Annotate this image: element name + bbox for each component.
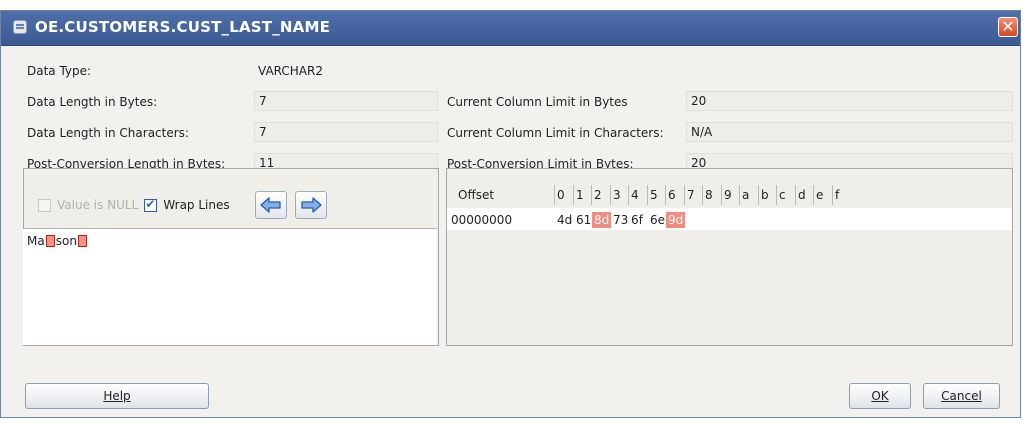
hex-column-separator xyxy=(573,185,574,205)
data-length-bytes-label: Data Length in Bytes: xyxy=(27,95,158,109)
value-is-null-checkbox[interactable] xyxy=(38,198,51,212)
hex-column-separator xyxy=(684,185,685,205)
hex-column-header: c xyxy=(779,188,786,202)
hex-column-header: 6 xyxy=(668,188,676,202)
wrap-lines-label[interactable]: Wrap Lines xyxy=(163,198,229,212)
hex-column-separator xyxy=(721,185,722,205)
hex-byte-cell[interactable]: 8d xyxy=(592,212,612,228)
ok-button-label: OK xyxy=(871,389,889,403)
column-limit-bytes-value: 20 xyxy=(686,91,1013,111)
hex-column-header: 3 xyxy=(613,188,621,202)
previous-arrow-button[interactable] xyxy=(255,191,287,219)
column-limit-bytes-label: Current Column Limit in Bytes xyxy=(447,95,628,109)
hex-row[interactable] xyxy=(447,208,1012,230)
column-limit-chars-value: N/A xyxy=(686,122,1013,142)
hex-column-separator xyxy=(758,185,759,205)
data-length-chars-value: 7 xyxy=(254,122,438,142)
value-is-null-label: Value is NULL xyxy=(57,198,139,212)
hex-column-separator xyxy=(610,185,611,205)
hex-column-header: 7 xyxy=(687,188,695,202)
text-value-editor[interactable]: Ma son xyxy=(23,228,437,345)
hex-column-header: 9 xyxy=(724,188,732,202)
help-button-label: Help xyxy=(103,389,131,403)
hex-byte-cell[interactable]: 9d xyxy=(666,212,686,228)
options-row: Value is NULL Wrap Lines xyxy=(38,195,236,215)
hex-column-header: 2 xyxy=(594,188,602,202)
text-value-part: son xyxy=(55,234,77,248)
window-app-icon xyxy=(13,20,27,34)
column-limit-chars-label: Current Column Limit in Characters: xyxy=(447,126,664,140)
hex-byte-cell[interactable]: 73 xyxy=(611,212,630,228)
arrow-left-icon xyxy=(260,197,281,213)
hex-column-separator xyxy=(647,185,648,205)
hex-column-header: b xyxy=(761,188,769,202)
data-length-bytes-value: 7 xyxy=(254,91,438,111)
hex-byte-cell[interactable]: 61 xyxy=(574,212,593,228)
title-bar[interactable]: OE.CUSTOMERS.CUST_LAST_NAME ✕ xyxy=(1,11,1020,46)
text-value-part: Ma xyxy=(27,234,45,248)
close-button[interactable]: ✕ xyxy=(998,17,1018,37)
hex-column-separator xyxy=(739,185,740,205)
hex-byte-cell[interactable]: 4d xyxy=(555,212,574,228)
arrow-right-icon xyxy=(301,197,322,213)
hex-byte-cell[interactable]: 6e xyxy=(648,212,667,228)
hex-column-header: e xyxy=(816,188,824,202)
ok-button[interactable]: OK xyxy=(849,383,911,409)
hex-column-header: 1 xyxy=(576,188,584,202)
invalid-char-marker xyxy=(45,235,55,247)
hex-column-separator xyxy=(554,185,555,205)
wrap-lines-checkbox[interactable] xyxy=(144,197,158,212)
hex-column-separator xyxy=(665,185,666,205)
data-length-chars-label: Data Length in Characters: xyxy=(27,126,189,140)
hex-offset-header: Offset xyxy=(458,188,495,202)
cancel-button[interactable]: Cancel xyxy=(923,383,1000,409)
hex-column-header: 8 xyxy=(705,188,713,202)
hex-column-separator xyxy=(832,185,833,205)
window-title: OE.CUSTOMERS.CUST_LAST_NAME xyxy=(35,18,331,36)
data-type-value: VARCHAR2 xyxy=(258,64,323,78)
hex-column-header: 0 xyxy=(557,188,565,202)
hex-column-separator xyxy=(702,185,703,205)
cancel-button-label: Cancel xyxy=(941,389,982,403)
hex-column-header: 5 xyxy=(650,188,658,202)
next-arrow-button[interactable] xyxy=(295,191,327,219)
hex-column-separator xyxy=(813,185,814,205)
hex-column-separator xyxy=(628,185,629,205)
hex-column-header: d xyxy=(798,188,806,202)
help-button[interactable]: Help xyxy=(25,383,209,409)
hex-byte-cell[interactable]: 6f xyxy=(629,212,645,228)
hex-column-header: f xyxy=(835,188,840,202)
hex-column-header: 4 xyxy=(631,188,639,202)
hex-column-header: a xyxy=(742,188,750,202)
data-type-label: Data Type: xyxy=(27,64,92,78)
hex-column-separator xyxy=(776,185,777,205)
hex-column-separator xyxy=(795,185,796,205)
hex-row-offset: 00000000 xyxy=(451,213,513,227)
invalid-char-marker xyxy=(77,235,87,247)
hex-column-separator xyxy=(591,185,592,205)
background-window-edge xyxy=(480,0,660,6)
